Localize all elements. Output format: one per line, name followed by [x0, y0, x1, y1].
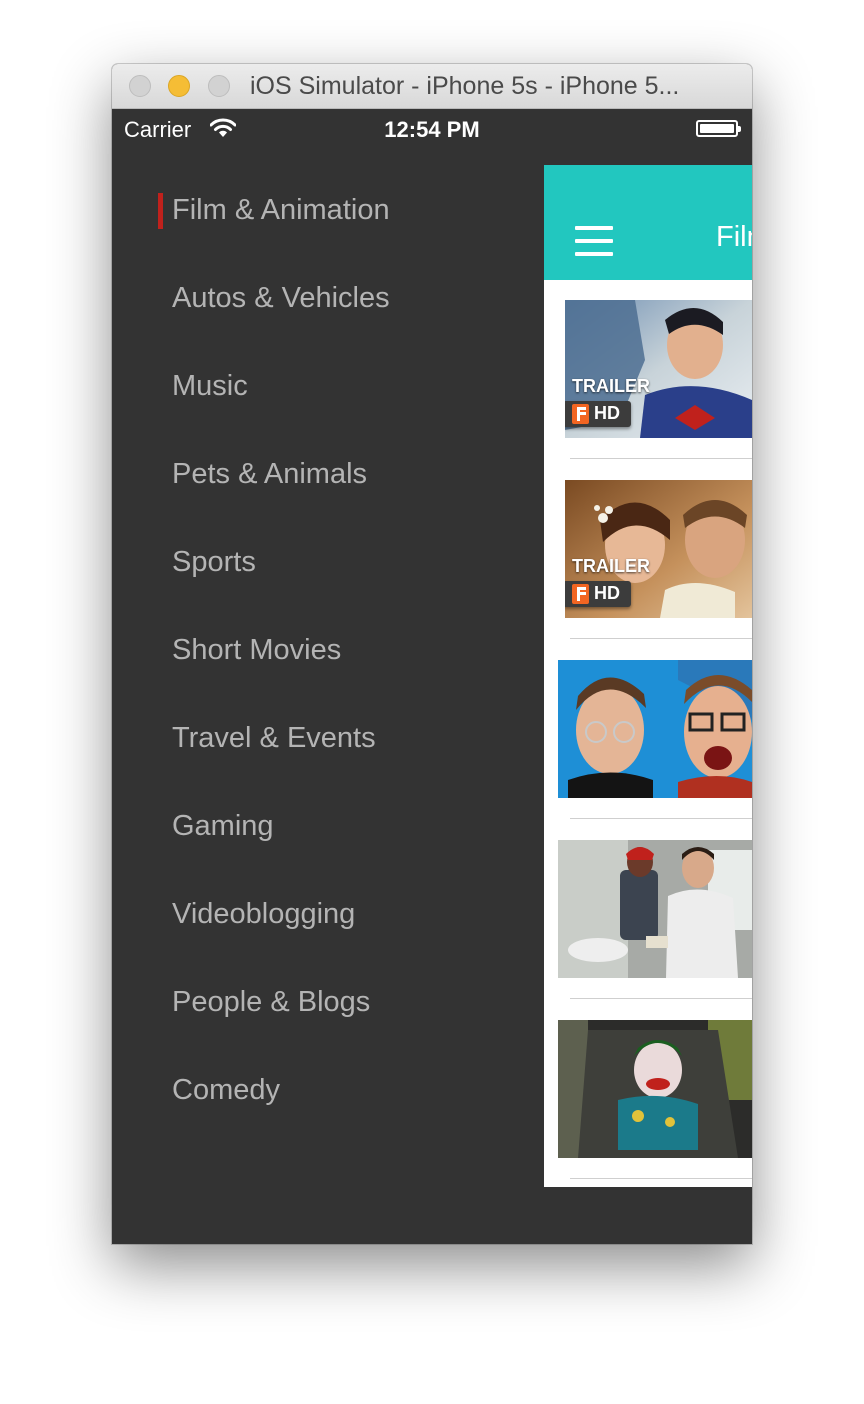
menu-item-label: Videoblogging: [172, 898, 356, 930]
video-thumbnail[interactable]: [558, 840, 752, 978]
menu-item-autos-vehicles[interactable]: Autos & Vehicles: [112, 254, 532, 342]
video-thumbnail[interactable]: TRAILER HD: [565, 480, 752, 618]
menu-item-label: Pets & Animals: [172, 458, 368, 490]
menu-item-label: Comedy: [172, 1074, 280, 1106]
video-row[interactable]: TRAILER HD: [544, 280, 752, 460]
hd-badge: HD: [565, 401, 631, 427]
video-thumbnail[interactable]: [558, 660, 752, 798]
row-divider: [570, 818, 752, 819]
menu-item-sports[interactable]: Sports: [112, 518, 532, 606]
thumbnail-image: [558, 1020, 752, 1158]
close-window-button[interactable]: [129, 75, 151, 97]
menu-item-label: Travel & Events: [172, 722, 376, 754]
navigation-bar: Film & Animation: [544, 165, 752, 280]
hd-label: HD: [594, 403, 620, 423]
status-time: 12:54 PM: [384, 117, 480, 142]
ios-status-bar: Carrier 12:54 PM: [112, 108, 752, 150]
menu-item-music[interactable]: Music: [112, 342, 532, 430]
menu-item-comedy[interactable]: Comedy: [112, 1046, 532, 1134]
video-row[interactable]: [544, 640, 752, 820]
menu-item-people-blogs[interactable]: People & Blogs: [112, 958, 532, 1046]
menu-item-film-animation[interactable]: Film & Animation: [112, 166, 532, 254]
window-title: iOS Simulator - iPhone 5s - iPhone 5...: [250, 72, 680, 100]
menu-item-label: Sports: [172, 546, 256, 578]
thumbnail-image: [558, 840, 752, 978]
zoom-window-button[interactable]: [208, 75, 230, 97]
menu-item-travel-events[interactable]: Travel & Events: [112, 694, 532, 782]
trailer-badge: TRAILER: [572, 556, 650, 576]
row-divider: [570, 458, 752, 459]
category-menu: Film & Animation Autos & Vehicles Music …: [112, 166, 532, 1134]
menu-item-videoblogging[interactable]: Videoblogging: [112, 870, 532, 958]
row-divider: [570, 638, 752, 639]
menu-item-pets-animals[interactable]: Pets & Animals: [112, 430, 532, 518]
active-indicator: [158, 193, 163, 229]
menu-item-label: People & Blogs: [172, 986, 371, 1018]
video-list: TRAILER HD TRAILER HD: [544, 280, 752, 1180]
menu-item-short-movies[interactable]: Short Movies: [112, 606, 532, 694]
hamburger-menu-icon[interactable]: [575, 226, 613, 256]
row-divider: [570, 1178, 752, 1179]
menu-item-gaming[interactable]: Gaming: [112, 782, 532, 870]
simulator-window: iOS Simulator - iPhone 5s - iPhone 5... …: [112, 64, 752, 1244]
menu-item-label: Autos & Vehicles: [172, 282, 390, 314]
thumbnail-image: [558, 660, 752, 798]
video-row[interactable]: [544, 820, 752, 1000]
brand-f-icon: [572, 404, 589, 424]
battery-icon: [696, 120, 741, 137]
video-thumbnail[interactable]: [558, 1020, 752, 1158]
row-divider: [570, 998, 752, 999]
nav-title: Film & Animation: [716, 221, 752, 253]
trailer-badge: TRAILER: [572, 376, 650, 396]
window-titlebar: iOS Simulator - iPhone 5s - iPhone 5...: [112, 64, 752, 109]
hd-badge: HD: [565, 581, 631, 607]
menu-item-label: Short Movies: [172, 634, 342, 666]
video-list-screen: Film & Animation: [544, 165, 752, 1187]
video-row[interactable]: TRAILER HD: [544, 460, 752, 640]
minimize-window-button[interactable]: [168, 75, 190, 97]
menu-item-label: Music: [172, 370, 248, 402]
brand-f-icon: [572, 584, 589, 604]
hd-label: HD: [594, 583, 620, 603]
menu-item-label: Gaming: [172, 810, 274, 842]
menu-item-label: Film & Animation: [172, 194, 390, 226]
video-row[interactable]: [544, 1000, 752, 1180]
video-thumbnail[interactable]: TRAILER HD: [565, 300, 752, 438]
